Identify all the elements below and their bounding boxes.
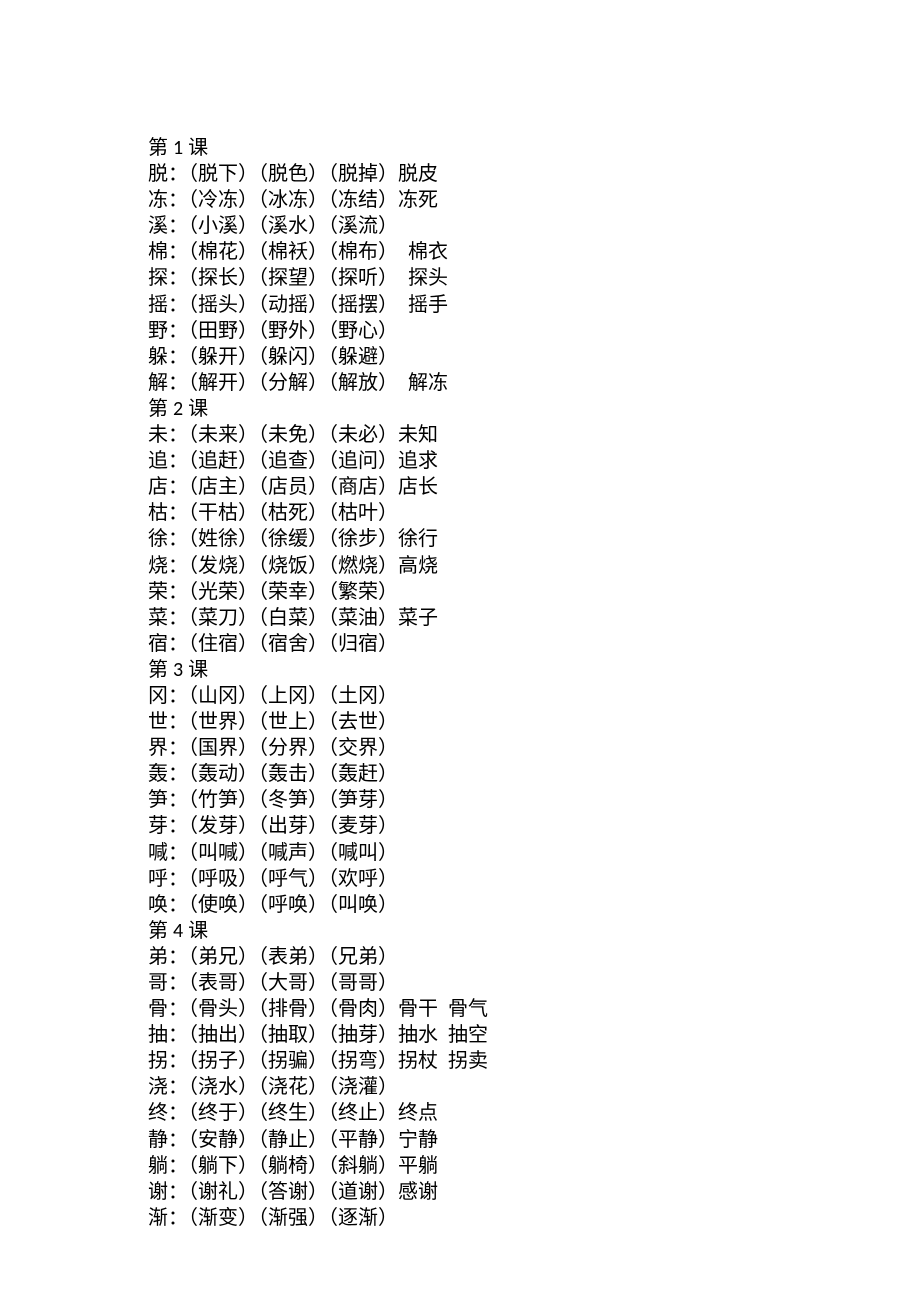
lesson-heading-num: 4 (173, 919, 183, 943)
vocab-line: 终：（终于）（终生）（终止）终点 (148, 1100, 920, 1126)
vocab-line: 溪：（小溪）（溪水）（溪流） (148, 213, 920, 239)
lesson-heading-post: 课 (183, 659, 208, 681)
vocab-line: 浇：（浇水）（浇花）（浇灌） (148, 1074, 920, 1100)
vocab-line: 追：（追赶）（追查）（追问）追求 (148, 448, 920, 474)
vocab-line: 抽：（抽出）（抽取）（抽芽）抽水 抽空 (148, 1022, 920, 1048)
document-page: 第 1 课 脱：（脱下）（脱色）（脱掉）脱皮 冻：（冷冻）（冰冻）（冻结）冻死 … (0, 0, 920, 1231)
vocab-line: 轰：（轰动）（轰击）（轰赶） (148, 761, 920, 787)
vocab-line: 渐：（渐变）（渐强）（逐渐） (148, 1205, 920, 1231)
vocab-line: 冈：（山冈）（上冈）（土冈） (148, 683, 920, 709)
vocab-line: 脱：（脱下）（脱色）（脱掉）脱皮 (148, 161, 920, 187)
vocab-line: 唤：（使唤）（呼唤）（叫唤） (148, 892, 920, 918)
lesson-heading-pre: 第 (148, 659, 173, 681)
vocab-line: 喊：（叫喊）（喊声）（喊叫） (148, 840, 920, 866)
vocab-line: 枯：（干枯）（枯死）（枯叶） (148, 500, 920, 526)
vocab-line: 谢：（谢礼）（答谢）（道谢）感谢 (148, 1179, 920, 1205)
vocab-line: 躲：（躲开）（躲闪）（躲避） (148, 344, 920, 370)
lesson-heading-num: 3 (173, 658, 183, 682)
vocab-line: 烧：（发烧）（烧饭）（燃烧）高烧 (148, 553, 920, 579)
vocab-line: 呼：（呼吸）（呼气）（欢呼） (148, 866, 920, 892)
lesson-heading-pre: 第 (148, 920, 173, 942)
vocab-line: 躺：（躺下）（躺椅）（斜躺）平躺 (148, 1153, 920, 1179)
vocab-line: 拐：（拐子）（拐骗）（拐弯）拐杖 拐卖 (148, 1048, 920, 1074)
vocab-line: 未：（未来）（未免）（未必）未知 (148, 422, 920, 448)
lesson-heading: 第 3 课 (148, 657, 920, 683)
lesson-heading-num: 1 (173, 136, 183, 160)
vocab-line: 世：（世界）（世上）（去世） (148, 709, 920, 735)
vocab-line: 摇：（摇头）（动摇）（摇摆） 摇手 (148, 292, 920, 318)
lesson-heading: 第 1 课 (148, 135, 920, 161)
vocab-line: 芽：（发芽）（出芽）（麦芽） (148, 813, 920, 839)
lesson-heading-post: 课 (183, 137, 208, 159)
vocab-line: 棉：（棉花）（棉袄）（棉布） 棉衣 (148, 239, 920, 265)
vocab-line: 静：（安静）（静止）（平静）宁静 (148, 1127, 920, 1153)
vocab-line: 界：（国界）（分界）（交界） (148, 735, 920, 761)
vocab-line: 菜：（菜刀）（白菜）（菜油）菜子 (148, 605, 920, 631)
vocab-line: 骨：（骨头）（排骨）（骨肉）骨干 骨气 (148, 996, 920, 1022)
vocab-line: 哥：（表哥）（大哥）（哥哥） (148, 970, 920, 996)
vocab-line: 冻：（冷冻）（冰冻）（冻结）冻死 (148, 187, 920, 213)
vocab-line: 宿：（住宿）（宿舍）（归宿） (148, 631, 920, 657)
vocab-line: 笋：（竹笋）（冬笋）（笋芽） (148, 787, 920, 813)
vocab-line: 探：（探长）（探望）（探听） 探头 (148, 265, 920, 291)
vocab-line: 弟：（弟兄）（表弟）（兄弟） (148, 944, 920, 970)
lesson-heading-post: 课 (183, 920, 208, 942)
vocab-line: 店：（店主）（店员）（商店）店长 (148, 474, 920, 500)
lesson-heading-post: 课 (183, 398, 208, 420)
lesson-heading-pre: 第 (148, 398, 173, 420)
vocab-line: 解：（解开）（分解）（解放） 解冻 (148, 370, 920, 396)
lesson-heading: 第 2 课 (148, 396, 920, 422)
vocab-line: 荣：（光荣）（荣幸）（繁荣） (148, 579, 920, 605)
lesson-heading-pre: 第 (148, 137, 173, 159)
vocab-line: 徐：（姓徐）（徐缓）（徐步）徐行 (148, 526, 920, 552)
vocab-line: 野：（田野）（野外）（野心） (148, 318, 920, 344)
lesson-heading: 第 4 课 (148, 918, 920, 944)
lesson-heading-num: 2 (173, 397, 183, 421)
